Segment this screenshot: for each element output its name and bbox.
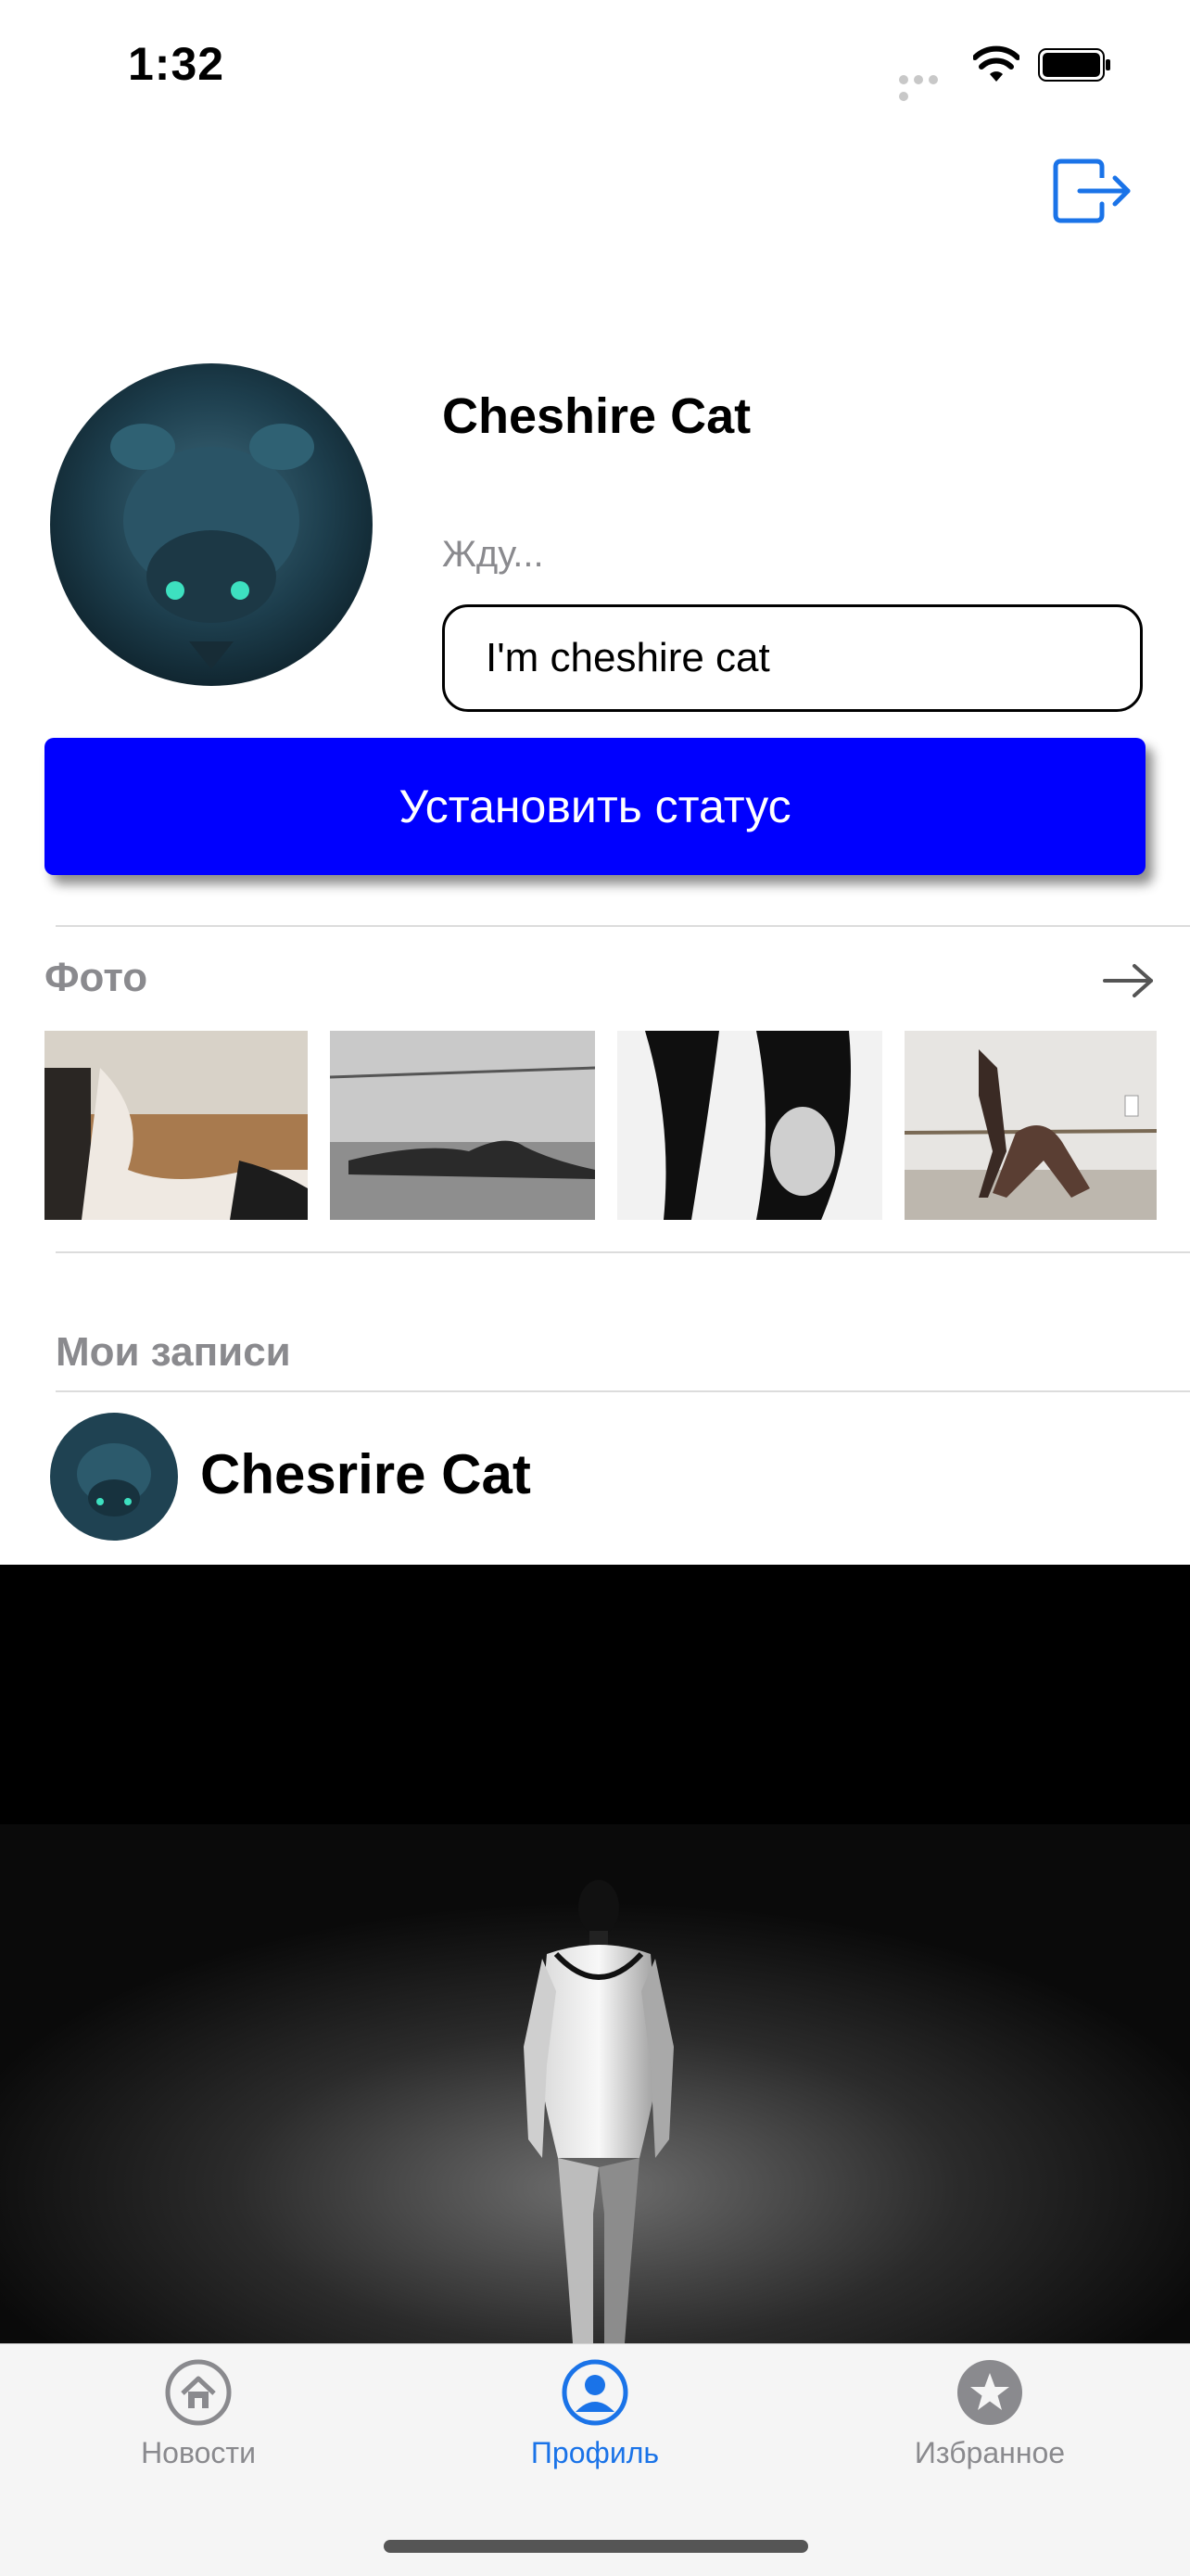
divider bbox=[56, 1390, 1190, 1392]
tab-label: Новости bbox=[141, 2436, 256, 2469]
tab-news[interactable]: Новости bbox=[59, 2358, 337, 2488]
divider bbox=[56, 925, 1190, 927]
photo-thumbnail[interactable] bbox=[330, 1031, 595, 1220]
photo-thumbnail[interactable] bbox=[905, 1031, 1157, 1220]
status-time: 1:32 bbox=[128, 38, 225, 90]
tab-favorites[interactable]: Избранное bbox=[851, 2358, 1129, 2488]
post-author-avatar[interactable] bbox=[50, 1413, 178, 1541]
status-input[interactable] bbox=[442, 604, 1143, 712]
home-indicator bbox=[384, 2540, 808, 2553]
profile-icon bbox=[562, 2359, 628, 2426]
set-status-button[interactable]: Установить статус bbox=[44, 738, 1146, 875]
status-text: Жду... bbox=[442, 534, 544, 575]
star-icon bbox=[957, 2360, 1022, 2425]
battery-icon bbox=[1038, 48, 1110, 82]
tab-profile[interactable]: Профиль bbox=[456, 2358, 734, 2488]
tab-label: Избранное bbox=[914, 2436, 1066, 2469]
profile-name: Cheshire Cat bbox=[442, 388, 752, 444]
posts-title: Мои записи bbox=[56, 1329, 291, 1375]
tab-label: Профиль bbox=[530, 2436, 660, 2469]
post-author-name: Chesrire Cat bbox=[200, 1443, 531, 1505]
divider bbox=[56, 1251, 1190, 1253]
logout-icon[interactable] bbox=[1052, 156, 1133, 226]
avatar[interactable] bbox=[50, 363, 373, 686]
signal-icon bbox=[899, 72, 956, 101]
photos-title[interactable]: Фото bbox=[44, 955, 147, 1001]
post-image[interactable] bbox=[0, 1565, 1190, 2343]
photo-thumbnail[interactable] bbox=[44, 1031, 308, 1220]
home-icon bbox=[165, 2359, 232, 2426]
arrow-right-icon[interactable] bbox=[1103, 962, 1155, 999]
wifi-icon bbox=[973, 45, 1019, 82]
photo-thumbnail[interactable] bbox=[617, 1031, 882, 1220]
